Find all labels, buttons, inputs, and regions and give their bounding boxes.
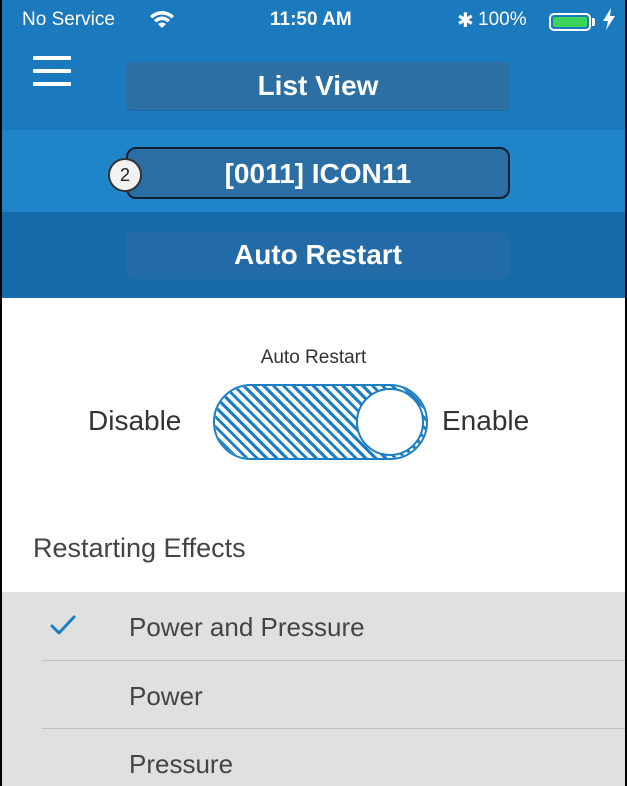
battery-percent: 100% <box>478 9 527 30</box>
list-item-label: Power <box>129 681 203 711</box>
device-number-badge: 2 <box>108 158 142 192</box>
clock-time: 11:50 AM <box>270 9 352 30</box>
disable-label: Disable <box>88 405 182 436</box>
menu-line <box>33 56 71 60</box>
list-item-pressure[interactable]: Pressure <box>0 729 627 786</box>
menu-line <box>33 82 71 86</box>
status-bar: No Service 11:50 AM ✱ 100% <box>0 0 627 40</box>
toggle-knob <box>356 388 424 456</box>
header: No Service 11:50 AM ✱ 100% List View 2 [… <box>0 0 627 298</box>
list-item-power-and-pressure[interactable]: Power and Pressure <box>0 592 627 660</box>
carrier-label: No Service <box>22 9 115 30</box>
hamburger-menu-icon[interactable] <box>33 56 71 88</box>
list-item-power[interactable]: Power <box>0 661 627 729</box>
list-item-label: Pressure <box>129 749 234 779</box>
enable-label: Enable <box>442 405 530 436</box>
section-title: Restarting Effects <box>33 533 246 563</box>
toggle-caption: Auto Restart <box>260 347 367 368</box>
list-item-label: Power and Pressure <box>129 612 365 642</box>
wifi-icon <box>150 11 174 28</box>
battery-fill <box>553 17 587 27</box>
frame-left-edge <box>0 0 2 786</box>
checkmark-icon <box>50 615 76 635</box>
battery-icon <box>549 13 591 31</box>
charging-bolt-icon <box>603 8 615 30</box>
list-view-button[interactable]: List View <box>126 62 510 110</box>
page-title-button[interactable]: Auto Restart <box>126 231 510 279</box>
bluetooth-icon: ✱ <box>457 10 474 32</box>
auto-restart-toggle[interactable] <box>213 384 428 460</box>
battery-tip <box>592 18 595 26</box>
menu-line <box>33 69 71 73</box>
device-selector-button[interactable]: [0011] ICON11 <box>126 147 510 199</box>
restarting-effects-list: Power and Pressure Power Pressure <box>0 592 627 786</box>
